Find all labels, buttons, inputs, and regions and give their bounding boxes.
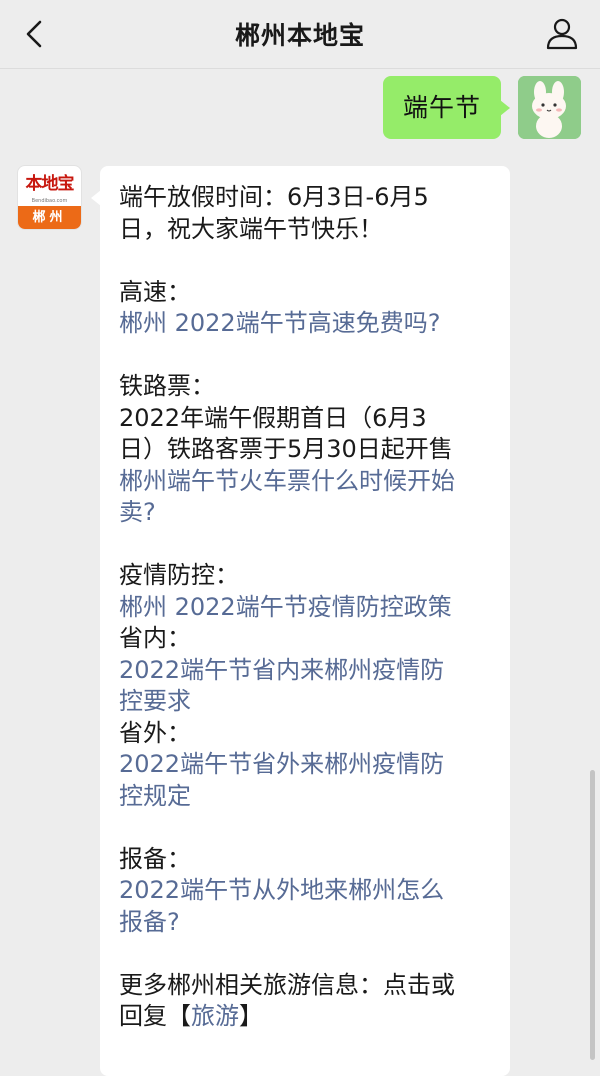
person-icon: [546, 18, 578, 50]
official-account-avatar[interactable]: 本地宝 Bendibao.com 郴州: [18, 166, 81, 229]
rail-link-line-2[interactable]: 卖?: [119, 497, 499, 529]
intro-line-1: 端午放假时间：6月3日-6月5: [119, 183, 429, 211]
bunny-avatar-icon: [518, 76, 581, 139]
avatar-city-label: 郴州: [18, 206, 81, 229]
report-link-line-1[interactable]: 2022端午节从外地来郴州怎么: [119, 875, 499, 907]
in-province-label: 省内：: [119, 624, 191, 652]
user-avatar[interactable]: [518, 76, 581, 139]
report-label: 报备：: [119, 844, 191, 873]
more-info-suffix: 】: [239, 1002, 263, 1030]
in-province-link-line-1[interactable]: 2022端午节省内来郴州疫情防: [119, 655, 499, 687]
chat-title: 郴州本地宝: [234, 21, 365, 50]
avatar-logo-text: 本地宝: [25, 174, 75, 194]
more-info-line-1: 更多郴州相关旅游信息：点击或: [119, 970, 455, 999]
profile-button[interactable]: [542, 14, 582, 54]
out-province-link-line-2[interactable]: 控规定: [119, 781, 499, 813]
more-info-prefix: 回复【: [119, 1002, 191, 1030]
outgoing-message-bubble[interactable]: 端午节: [383, 76, 510, 139]
more-info-line-2: 回复【旅游】: [119, 1001, 499, 1033]
travel-keyword-link[interactable]: 旅游: [191, 1002, 239, 1030]
out-province-label: 省外：: [119, 718, 191, 747]
report-link-line-2[interactable]: 报备?: [119, 907, 499, 939]
avatar-logo-url: Bendibao.com: [31, 198, 68, 204]
rail-text-line-2: 日）铁路客票于5月30日起开售: [119, 435, 453, 463]
message-content: 端午放假时间：6月3日-6月5 日，祝大家端午节快乐！ 高速： 郴州 2022端…: [119, 182, 499, 1033]
in-province-link-line-2[interactable]: 控要求: [119, 686, 499, 718]
out-province-link-line-1[interactable]: 2022端午节省外来郴州疫情防: [119, 749, 499, 781]
highway-link[interactable]: 郴州 2022端午节高速免费吗?: [119, 308, 499, 340]
highway-label: 高速：: [119, 277, 191, 306]
scrollbar[interactable]: [590, 770, 595, 1060]
rail-text-line-1: 2022年端午假期首日（6月3: [119, 403, 427, 432]
intro-line-2: 日，祝大家端午节快乐！: [119, 214, 383, 243]
chat-header: 郴州本地宝: [0, 0, 600, 69]
rail-link-line-1[interactable]: 郴州端午节火车票什么时候开始: [119, 466, 499, 498]
epidemic-label: 疫情防控：: [119, 561, 239, 589]
incoming-message-bubble: 端午放假时间：6月3日-6月5 日，祝大家端午节快乐！ 高速： 郴州 2022端…: [91, 166, 510, 1076]
rail-label: 铁路票：: [119, 372, 215, 400]
epidemic-link[interactable]: 郴州 2022端午节疫情防控政策: [119, 592, 499, 624]
